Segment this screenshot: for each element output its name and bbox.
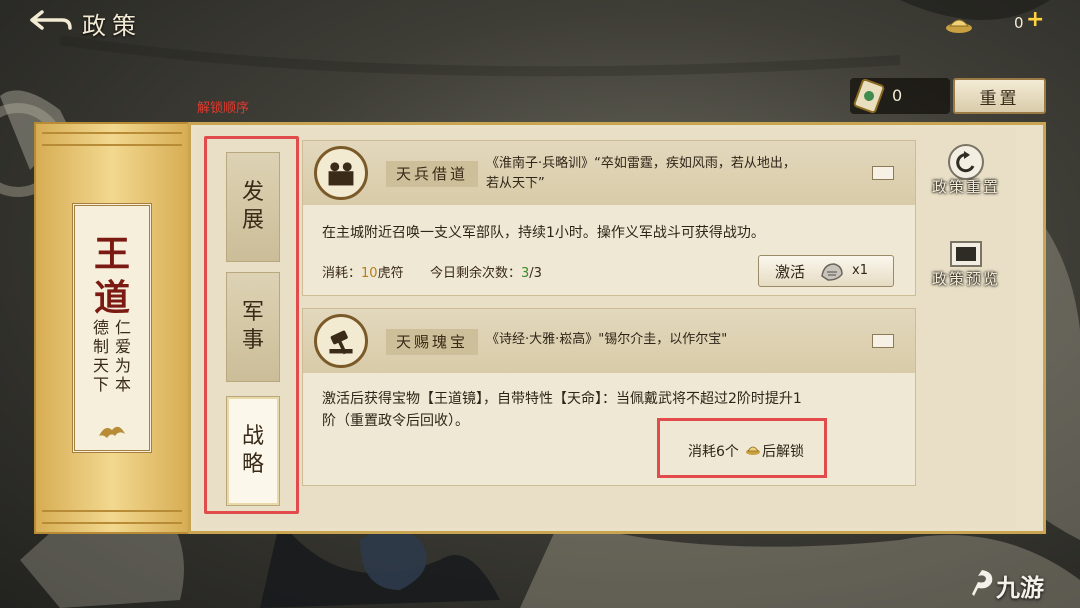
info-tag-icon[interactable] <box>872 166 894 180</box>
back-arrow-icon[interactable] <box>28 8 74 36</box>
path-motto-left: 德制天下 <box>92 318 109 394</box>
policy-quote-line1: 《诗经·大雅·崧高》"锡尔介圭，以作尔宝" <box>486 332 728 347</box>
policy-reset-button[interactable]: 政策重置 <box>924 176 1008 197</box>
cost-item: 虎符 <box>377 266 404 281</box>
token-count: 0 <box>892 86 903 105</box>
coin-count: 0 <box>1014 14 1024 32</box>
page-title: 政策 <box>82 12 142 40</box>
tiger-tally-icon <box>821 263 843 281</box>
policy-description-line1: 激活后获得宝物【王道镜】，自带特性【天命】：当佩戴武将不超过2阶时提升1 <box>322 391 802 407</box>
soldiers-seal-icon <box>314 146 368 200</box>
activate-label: 激活 <box>775 263 806 281</box>
cost-amount: 10 <box>361 266 378 281</box>
unlock-order-note: 解锁顺序 <box>197 101 250 116</box>
policy-cost: 消耗：10虎符 <box>322 262 404 281</box>
jiuyou-logo-icon <box>972 570 993 596</box>
reset-button[interactable]: 重置 <box>953 78 1046 114</box>
remaining-total: /3 <box>529 266 542 281</box>
unlock-suffix: 后解锁 <box>762 444 804 460</box>
dragon-emblem-icon <box>99 426 125 438</box>
add-coins-button[interactable]: + <box>1026 7 1044 32</box>
policy-quote-line1: 《淮南子·兵略训》“卒如雷霆，疾如风雨，若从地出， <box>486 156 796 171</box>
path-name: 王道 <box>93 233 130 319</box>
policy-name: 天兵借道 <box>386 161 479 187</box>
policy-description-line2: 阶（重置政令后回收）。 <box>322 413 469 429</box>
activate-quantity: x1 <box>852 263 868 278</box>
daily-remaining: 今日剩余次数：3/3 <box>430 262 542 281</box>
gold-ingot-icon <box>946 19 972 33</box>
treasure-seal-icon <box>314 314 368 368</box>
policy-name: 天赐瑰宝 <box>386 329 479 355</box>
cost-prefix: 消耗： <box>322 266 362 281</box>
scroll-token-icon <box>853 78 885 114</box>
unlock-prefix: 消耗6个 <box>688 444 739 460</box>
gold-ingot-icon <box>746 446 760 455</box>
path-motto-right: 仁爱为本 <box>114 318 131 394</box>
policy-description: 在主城附近召唤一支义军部队，持续1小时。操作义军战斗可获得战功。 <box>322 225 765 241</box>
watermark: 九游 <box>996 574 1044 602</box>
tabs-highlight-box <box>204 136 299 514</box>
info-tag-icon[interactable] <box>872 334 894 348</box>
policy-preview-button[interactable]: 政策预览 <box>924 268 1008 289</box>
policy-quote-line2: 若从天下” <box>486 176 545 191</box>
remaining-label: 今日剩余次数： <box>430 266 522 281</box>
